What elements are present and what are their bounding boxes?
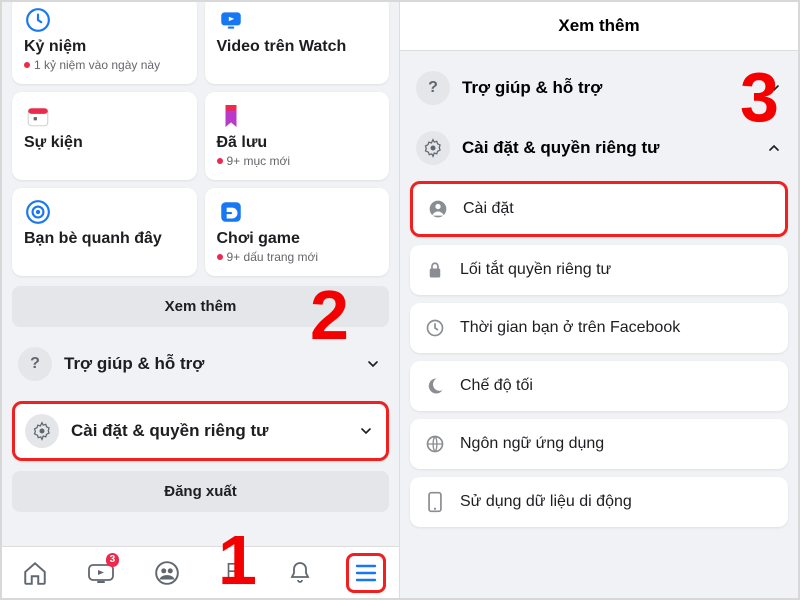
item-time-on-facebook[interactable]: Thời gian bạn ở trên Facebook [410, 303, 788, 353]
settings-pane-right: Xem thêm ? Trợ giúp & hỗ trợ Cài đặt & q… [400, 2, 798, 598]
chevron-up-icon [766, 140, 782, 156]
item-app-language[interactable]: Ngôn ngữ ứng dụng [410, 419, 788, 469]
card-sub: 9+ dấu trang mới [217, 250, 378, 264]
card-memories[interactable]: Kỷ niệm 1 kỷ niệm vào ngày này [12, 2, 197, 84]
item-label: Lối tắt quyền riêng tư [460, 261, 611, 279]
help-support-row[interactable]: ? Trợ giúp & hỗ trợ [12, 337, 389, 391]
badge-count: 3 [106, 553, 120, 567]
header-see-more: Xem thêm [400, 2, 798, 51]
clock-icon [424, 317, 446, 339]
item-label: Thời gian bạn ở trên Facebook [460, 319, 680, 337]
lock-icon [424, 259, 446, 281]
card-title: Đã lưu [217, 134, 378, 152]
watch-tv-icon [217, 6, 245, 34]
item-label: Chế độ tối [460, 377, 533, 395]
globe-icon [424, 433, 446, 455]
tab-notifications[interactable] [280, 553, 320, 593]
radar-icon [24, 198, 52, 226]
moon-icon [424, 375, 446, 397]
shortcut-grid: Kỷ niệm 1 kỷ niệm vào ngày này Video trê… [2, 2, 399, 286]
item-privacy-shortcuts[interactable]: Lối tắt quyền riêng tư [410, 245, 788, 295]
help-support-row[interactable]: ? Trợ giúp & hỗ trợ [410, 61, 788, 115]
item-label: Sử dụng dữ liệu di động [460, 493, 632, 511]
hamburger-icon [354, 563, 378, 583]
chevron-down-icon [358, 423, 376, 439]
tab-menu[interactable] [346, 553, 386, 593]
gear-icon [25, 414, 59, 448]
row-label: Cài đặt & quyền riêng tư [71, 421, 358, 441]
item-label: Cài đặt [463, 200, 514, 218]
status-dot [217, 158, 223, 164]
help-icon: ? [416, 71, 450, 105]
calendar-icon [24, 102, 52, 130]
gear-icon [416, 131, 450, 165]
card-events[interactable]: Sự kiện [12, 92, 197, 180]
see-more-button[interactable]: Xem thêm [12, 286, 389, 327]
row-label: Trợ giúp & hỗ trợ [64, 354, 365, 374]
tab-groups[interactable] [147, 553, 187, 593]
phone-icon [424, 491, 446, 513]
card-gaming[interactable]: Chơi game 9+ dấu trang mới [205, 188, 390, 276]
status-dot [24, 62, 30, 68]
row-label: Cài đặt & quyền riêng tư [462, 138, 766, 158]
clock-icon [24, 6, 52, 34]
card-title: Bạn bè quanh đây [24, 230, 185, 248]
item-dark-mode[interactable]: Chế độ tối [410, 361, 788, 411]
tab-flag[interactable] [214, 553, 254, 593]
tab-home[interactable] [15, 553, 55, 593]
card-title: Chơi game [217, 230, 378, 248]
settings-privacy-row-expanded[interactable]: Cài đặt & quyền riêng tư [410, 121, 788, 175]
bookmark-icon [217, 102, 245, 130]
item-label: Ngôn ngữ ứng dụng [460, 435, 604, 453]
menu-pane-left: Kỷ niệm 1 kỷ niệm vào ngày này Video trê… [2, 2, 400, 598]
item-mobile-data[interactable]: Sử dụng dữ liệu di động [410, 477, 788, 527]
settings-privacy-row[interactable]: Cài đặt & quyền riêng tư [12, 401, 389, 461]
tab-watch[interactable]: 3 [81, 553, 121, 593]
status-dot [217, 254, 223, 260]
logout-button[interactable]: Đăng xuất [12, 471, 389, 512]
chevron-down-icon [766, 80, 782, 96]
help-icon: ? [18, 347, 52, 381]
bottom-tab-bar: 3 [2, 546, 399, 598]
settings-submenu: Cài đặt Lối tắt quyền riêng tư Thời gian… [400, 181, 798, 537]
card-sub: 1 kỷ niệm vào ngày này [24, 58, 185, 72]
card-nearby-friends[interactable]: Bạn bè quanh đây [12, 188, 197, 276]
card-sub: 9+ mục mới [217, 154, 378, 168]
item-settings[interactable]: Cài đặt [410, 181, 788, 237]
card-saved[interactable]: Đã lưu 9+ mục mới [205, 92, 390, 180]
card-watch[interactable]: Video trên Watch [205, 2, 390, 84]
row-label: Trợ giúp & hỗ trợ [462, 78, 766, 98]
gaming-icon [217, 198, 245, 226]
card-title: Video trên Watch [217, 38, 378, 56]
card-title: Sự kiện [24, 134, 185, 152]
person-circle-icon [427, 198, 449, 220]
card-title: Kỷ niệm [24, 38, 185, 56]
chevron-down-icon [365, 356, 383, 372]
